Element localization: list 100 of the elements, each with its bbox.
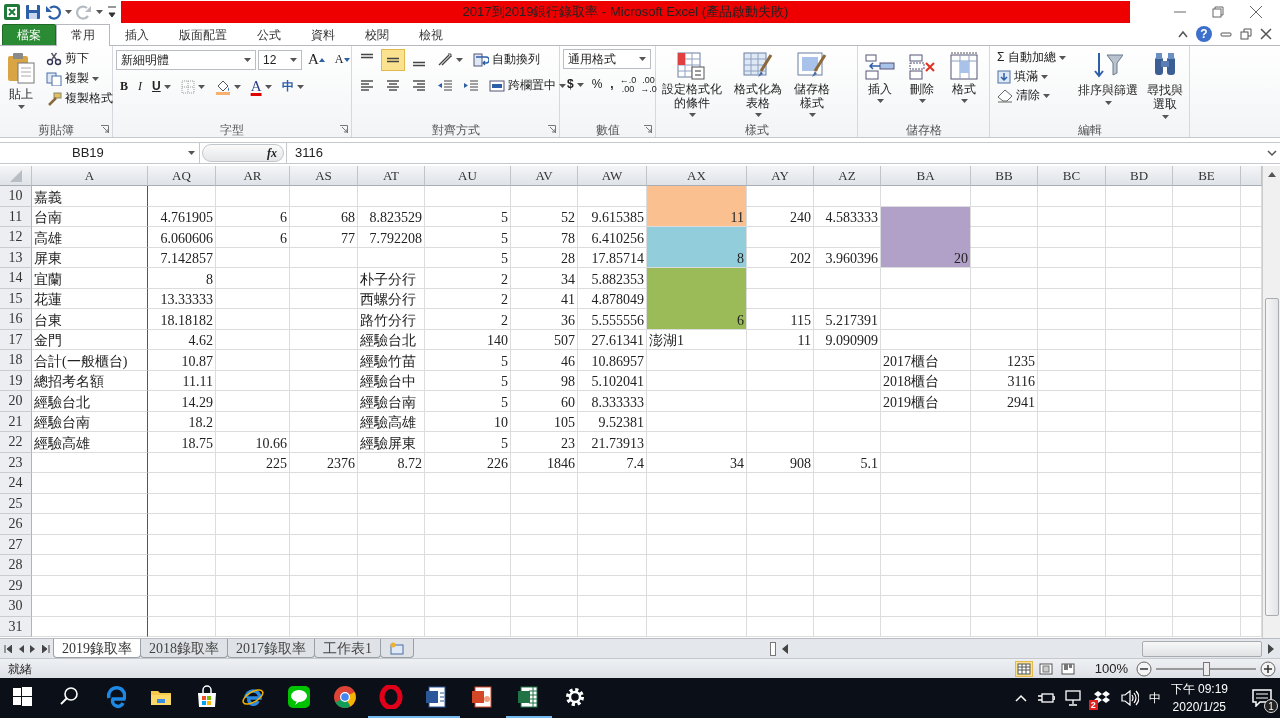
- scrollbar-thumb[interactable]: [1264, 298, 1279, 616]
- middle-align-button[interactable]: [381, 49, 405, 71]
- close-icon[interactable]: [1260, 28, 1272, 40]
- row-header[interactable]: 23: [0, 452, 32, 473]
- ribbon-button[interactable]: 插入: [861, 49, 899, 122]
- collapse-ribbon-icon[interactable]: [1178, 30, 1188, 38]
- grow-font-button[interactable]: A: [304, 49, 329, 71]
- customize-toolbar-icon[interactable]: [107, 5, 117, 19]
- help-button[interactable]: ?: [1196, 26, 1212, 42]
- scrollbar-thumb[interactable]: [1142, 640, 1262, 657]
- sheet-tab[interactable]: 2018錄取率: [140, 639, 228, 658]
- row-header[interactable]: 22: [0, 432, 32, 453]
- view-button[interactable]: [1036, 660, 1055, 677]
- formula-field[interactable]: 3116: [286, 143, 1264, 163]
- row-header[interactable]: 25: [0, 493, 32, 514]
- row-header[interactable]: 20: [0, 391, 32, 412]
- clock-date[interactable]: 2020/1/25: [1170, 698, 1228, 716]
- ribbon-tab[interactable]: 公式: [242, 24, 296, 45]
- sheet-tab[interactable]: 2019錄取率: [53, 639, 141, 658]
- view-button[interactable]: [1014, 660, 1033, 677]
- row-header[interactable]: 27: [0, 534, 32, 555]
- scroll-right-icon[interactable]: [1268, 643, 1274, 654]
- zoom-level[interactable]: 100%: [1094, 658, 1128, 679]
- column-header[interactable]: AT: [358, 166, 425, 186]
- row-header[interactable]: 28: [0, 555, 32, 576]
- row-header[interactable]: 17: [0, 329, 32, 350]
- column-header[interactable]: BB: [971, 166, 1038, 186]
- sort-filter-button[interactable]: 排序與篩選: [1075, 49, 1141, 122]
- network-icon[interactable]: [1064, 690, 1083, 706]
- column-header[interactable]: AS: [290, 166, 358, 186]
- row-header[interactable]: 26: [0, 514, 32, 535]
- previous-sheet-icon[interactable]: [18, 644, 24, 653]
- first-sheet-icon[interactable]: [4, 644, 12, 653]
- scroll-left-icon[interactable]: [782, 643, 788, 654]
- shrink-font-button[interactable]: A: [330, 50, 354, 69]
- column-header[interactable]: BA: [881, 166, 971, 186]
- column-header[interactable]: BE: [1173, 166, 1241, 186]
- zoom-slider-thumb[interactable]: [1203, 661, 1210, 676]
- number-format-field[interactable]: 通用格式: [563, 49, 651, 69]
- chevron-up-icon[interactable]: [1014, 694, 1027, 702]
- ribbon-tab[interactable]: 版面配置: [164, 24, 242, 45]
- last-sheet-icon[interactable]: [42, 644, 50, 653]
- restore-icon[interactable]: [1240, 28, 1252, 40]
- row-header[interactable]: 12: [0, 227, 32, 248]
- undo-icon[interactable]: [45, 4, 61, 20]
- row-header[interactable]: 30: [0, 596, 32, 617]
- find-select-button[interactable]: 尋找與 選取: [1144, 49, 1186, 122]
- view-button[interactable]: [1058, 660, 1077, 677]
- column-header[interactable]: A: [32, 166, 148, 186]
- paste-button[interactable]: 貼上: [3, 49, 39, 122]
- column-header[interactable]: AY: [747, 166, 814, 186]
- phonetic-guide-button[interactable]: 中: [277, 77, 308, 96]
- decrease-decimal-button[interactable]: .00 →.0: [638, 75, 659, 95]
- row-header[interactable]: 31: [0, 616, 32, 637]
- volume-icon[interactable]: [1120, 690, 1139, 706]
- zoom-in-icon[interactable]: [1260, 660, 1276, 677]
- box-stack-icon[interactable]: [1092, 690, 1111, 706]
- ribbon-tab[interactable]: 檢視: [404, 24, 458, 45]
- column-header[interactable]: AU: [425, 166, 511, 186]
- row-header[interactable]: 24: [0, 473, 32, 494]
- scroll-up-icon[interactable]: [1266, 170, 1277, 178]
- ribbon-tab[interactable]: 常用: [56, 24, 110, 46]
- row-header[interactable]: 11: [0, 206, 32, 227]
- ribbon-button[interactable]: 格式化為 表格: [731, 49, 785, 122]
- column-header[interactable]: AQ: [148, 166, 216, 186]
- format-painter-button[interactable]: 複製格式: [42, 90, 117, 108]
- sheet-tab[interactable]: 2017錄取率: [227, 639, 315, 658]
- italic-button[interactable]: I: [134, 77, 146, 96]
- ribbon-button[interactable]: 設定格式化 的條件: [659, 49, 725, 122]
- dialog-launcher-icon[interactable]: [644, 125, 652, 133]
- dialog-launcher-icon[interactable]: [548, 125, 556, 133]
- sheet-tab[interactable]: 工作表1: [314, 639, 381, 658]
- row-header[interactable]: 29: [0, 575, 32, 596]
- column-header[interactable]: BD: [1106, 166, 1173, 186]
- plug-icon[interactable]: [1036, 691, 1055, 705]
- ribbon-button[interactable]: 刪除: [903, 49, 941, 122]
- restore-icon[interactable]: [1212, 6, 1224, 18]
- copy-button[interactable]: 複製: [42, 70, 117, 88]
- font-color-button[interactable]: A: [246, 76, 276, 98]
- column-header[interactable]: BC: [1038, 166, 1106, 186]
- currency-button[interactable]: $: [563, 76, 588, 94]
- comma-button[interactable]: ,: [606, 76, 618, 94]
- ribbon-tab[interactable]: 插入: [110, 24, 164, 45]
- font-name-field[interactable]: 新細明體: [116, 49, 256, 70]
- dialog-launcher-icon[interactable]: [340, 125, 348, 133]
- ribbon-button[interactable]: 格式: [945, 49, 983, 122]
- row-header[interactable]: 14: [0, 268, 32, 289]
- row-header[interactable]: 21: [0, 411, 32, 432]
- row-header[interactable]: 18: [0, 350, 32, 371]
- wrap-text-button[interactable]: 自動換列: [469, 51, 544, 69]
- column-header[interactable]: AZ: [814, 166, 881, 186]
- increase-decimal-button[interactable]: ←.0 .00: [617, 75, 639, 95]
- split-handle-icon[interactable]: [770, 641, 776, 656]
- ribbon-tab[interactable]: 資料: [296, 24, 350, 45]
- column-header[interactable]: AV: [511, 166, 578, 186]
- insert-function-button[interactable]: fx: [202, 144, 284, 162]
- row-header[interactable]: 15: [0, 288, 32, 309]
- next-sheet-icon[interactable]: [30, 644, 36, 653]
- input-method-indicator[interactable]: 中: [1148, 689, 1161, 707]
- save-icon[interactable]: [25, 4, 41, 20]
